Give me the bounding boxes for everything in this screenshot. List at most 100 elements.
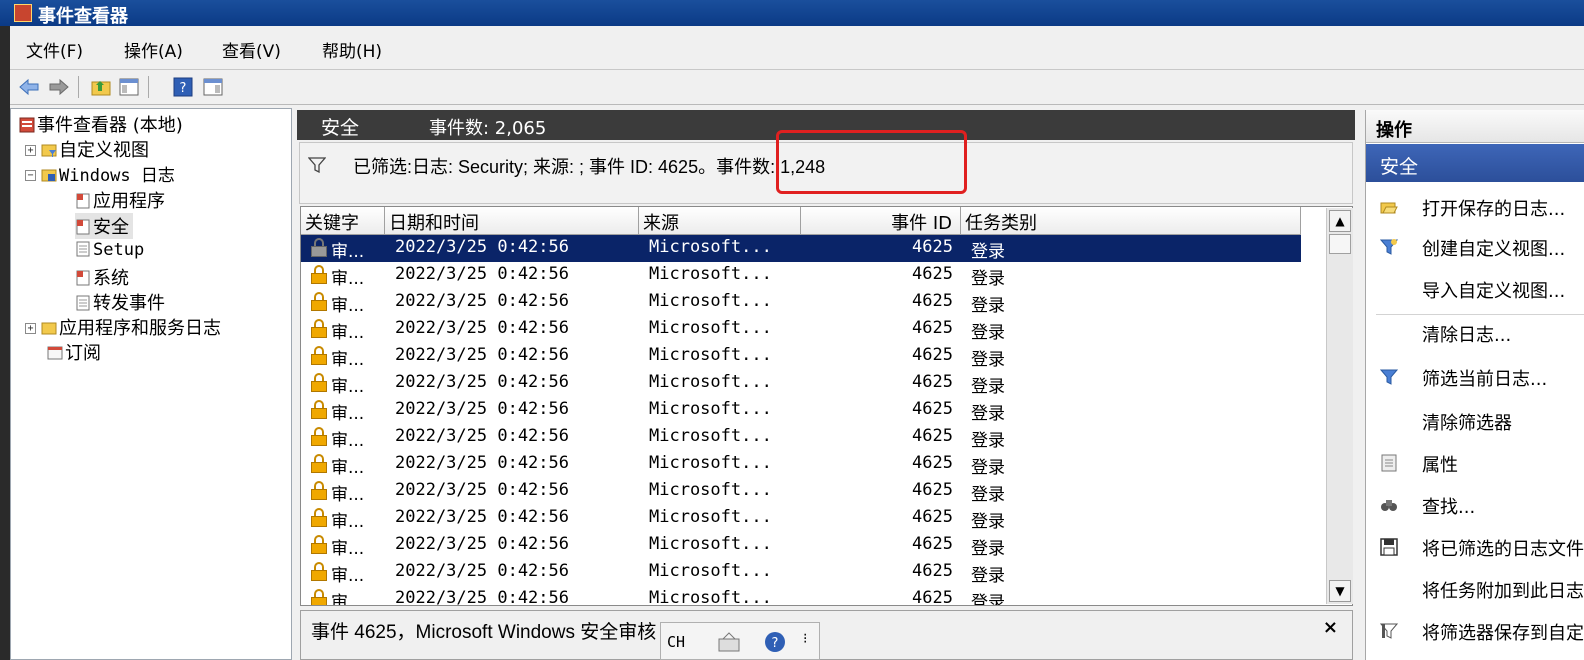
table-row[interactable]: 审... 2022/3/25 0:42:56 Microsoft... 4625 登录 [301, 235, 1301, 262]
cell-task-category: 登录 [971, 350, 1005, 370]
expand-icon[interactable]: + [25, 145, 36, 156]
action-item[interactable]: 清除筛选器 [1366, 404, 1584, 440]
save-icon [1380, 538, 1398, 556]
cell-datetime: 2022/3/25 0:42:56 [395, 318, 569, 338]
tree-label-root: 事件查看器 (本地) [37, 115, 183, 136]
tree-item-system[interactable]: 系统 [75, 264, 129, 290]
table-row[interactable]: 审... 2022/3/25 0:42:56 Microsoft... 4625 登录 [301, 559, 1301, 586]
menu-view[interactable]: 查看(V) [222, 37, 281, 62]
tree-item-root[interactable]: 事件查看器 (本地) [19, 111, 183, 137]
tree-item-setup[interactable]: Setup [75, 239, 144, 260]
cell-keyword: 审... [331, 539, 365, 559]
forward-arrow-icon[interactable] [48, 76, 70, 98]
table-row[interactable]: 审... 2022/3/25 0:42:56 Microsoft... 4625 登录 [301, 586, 1301, 606]
tree-item-application[interactable]: 应用程序 [75, 187, 165, 213]
tree-item-custom-views[interactable]: 自定义视图 [41, 136, 149, 162]
action-item[interactable]: 清除日志... [1366, 316, 1584, 352]
cell-source: Microsoft... [649, 264, 772, 284]
folder-up-icon[interactable] [90, 76, 112, 98]
tree-label-security: 安全 [93, 217, 129, 238]
filter-create-icon [1380, 239, 1398, 255]
collapse-icon[interactable]: − [25, 170, 36, 181]
folder-windows-icon [41, 169, 57, 182]
action-item[interactable]: 将已筛选的日志文件另存为... [1366, 530, 1584, 566]
action-item[interactable]: 打开保存的日志... [1366, 190, 1584, 226]
scroll-up-icon[interactable]: ▲ [1329, 210, 1351, 232]
ime-options-icon[interactable]: ⁝ [803, 631, 807, 647]
cell-event-id: 4625 [912, 561, 953, 581]
tree-item-security[interactable]: 安全 [75, 213, 133, 239]
table-row[interactable]: 审... 2022/3/25 0:42:56 Microsoft... 4625 登录 [301, 262, 1301, 289]
scroll-thumb[interactable] [1329, 234, 1351, 254]
folder-filter-icon [41, 144, 57, 157]
action-item[interactable]: 创建自定义视图... [1366, 230, 1584, 266]
menu-file[interactable]: 文件(F) [26, 37, 83, 62]
table-row[interactable]: 审... 2022/3/25 0:42:56 Microsoft... 4625 登录 [301, 316, 1301, 343]
action-item[interactable]: 筛选当前日志... [1366, 360, 1584, 396]
log-icon [76, 241, 90, 257]
tree-label-app-service-logs: 应用程序和服务日志 [59, 318, 221, 339]
table-row[interactable]: 审... 2022/3/25 0:42:56 Microsoft... 4625 登录 [301, 370, 1301, 397]
cell-source: Microsoft... [649, 345, 772, 365]
tree-item-windows-logs[interactable]: Windows 日志 [41, 161, 175, 186]
lock-icon [311, 373, 327, 392]
lock-icon [311, 238, 327, 257]
action-item[interactable]: 将任务附加到此日志... [1366, 572, 1584, 608]
table-row[interactable]: 审... 2022/3/25 0:42:56 Microsoft... 4625 登录 [301, 343, 1301, 370]
table-row[interactable]: 审... 2022/3/25 0:42:56 Microsoft... 4625 登录 [301, 451, 1301, 478]
lock-icon [311, 454, 327, 473]
table-row[interactable]: 审... 2022/3/25 0:42:56 Microsoft... 4625 登录 [301, 424, 1301, 451]
ime-language-label[interactable]: CH [667, 633, 685, 651]
cell-event-id: 4625 [912, 480, 953, 500]
cell-keyword: 审... [331, 377, 365, 397]
menu-action[interactable]: 操作(A) [124, 37, 183, 62]
cell-datetime: 2022/3/25 0:42:56 [395, 291, 569, 311]
tree-item-app-service-logs[interactable]: 应用程序和服务日志 [41, 314, 221, 340]
cell-source: Microsoft... [649, 534, 772, 554]
table-row[interactable]: 审... 2022/3/25 0:42:56 Microsoft... 4625 登录 [301, 532, 1301, 559]
keyboard-icon[interactable] [717, 631, 741, 653]
tree-label-windows-logs: Windows 日志 [59, 166, 175, 186]
expand-icon[interactable]: + [25, 323, 36, 334]
action-item[interactable]: 将筛选器保存到自定义视图... [1366, 614, 1584, 650]
table-row[interactable]: 审... 2022/3/25 0:42:56 Microsoft... 4625 登录 [301, 397, 1301, 424]
cell-task-category: 登录 [971, 539, 1005, 559]
cell-task-category: 登录 [971, 593, 1005, 606]
actions-section-security[interactable]: 安全 [1366, 144, 1584, 182]
column-header-task-category[interactable]: 任务类别 [961, 207, 1301, 235]
cell-task-category: 登录 [971, 269, 1005, 289]
table-row[interactable]: 审... 2022/3/25 0:42:56 Microsoft... 4625 登录 [301, 505, 1301, 532]
show-hide-action-pane-icon[interactable] [202, 76, 224, 98]
vertical-scrollbar[interactable]: ▲ ▼ [1326, 208, 1353, 604]
close-detail-button[interactable]: × [1323, 617, 1338, 638]
action-item[interactable]: 导入自定义视图... [1366, 272, 1584, 308]
table-row[interactable]: 审... 2022/3/25 0:42:56 Microsoft... 4625 登录 [301, 289, 1301, 316]
back-arrow-icon[interactable] [18, 76, 40, 98]
action-item[interactable]: 查找... [1366, 488, 1584, 524]
action-item[interactable]: 属性 [1366, 446, 1584, 482]
help-icon[interactable]: ? [172, 76, 194, 98]
column-header-datetime[interactable]: 日期和时间 [385, 207, 639, 235]
binoculars-icon [1381, 500, 1397, 511]
scroll-down-icon[interactable]: ▼ [1329, 580, 1351, 602]
subscription-icon [47, 346, 63, 360]
desktop-edge [0, 0, 10, 660]
log-icon [76, 295, 90, 311]
lock-icon [311, 562, 327, 581]
cell-event-id: 4625 [912, 372, 953, 392]
cell-task-category: 登录 [971, 404, 1005, 424]
show-hide-tree-icon[interactable] [118, 76, 140, 98]
console-tree: 事件查看器 (本地) + 自定义视图 − Windows 日志 应用程序 安全 … [10, 108, 292, 660]
svg-text:?: ? [180, 81, 187, 96]
column-header-keyword[interactable]: 关键字 [301, 207, 385, 235]
column-header-source[interactable]: 来源 [639, 207, 801, 235]
ime-help-icon[interactable]: ? [763, 630, 787, 654]
tree-item-subscriptions[interactable]: 订阅 [47, 339, 101, 365]
log-icon [76, 219, 90, 235]
column-header-event-id[interactable]: 事件 ID [801, 207, 961, 235]
menu-help[interactable]: 帮助(H) [322, 37, 382, 62]
toolbar-separator [148, 76, 149, 98]
tree-item-forwarded-events[interactable]: 转发事件 [75, 289, 165, 315]
action-label: 创建自定义视图... [1422, 239, 1566, 260]
table-row[interactable]: 审... 2022/3/25 0:42:56 Microsoft... 4625 登录 [301, 478, 1301, 505]
